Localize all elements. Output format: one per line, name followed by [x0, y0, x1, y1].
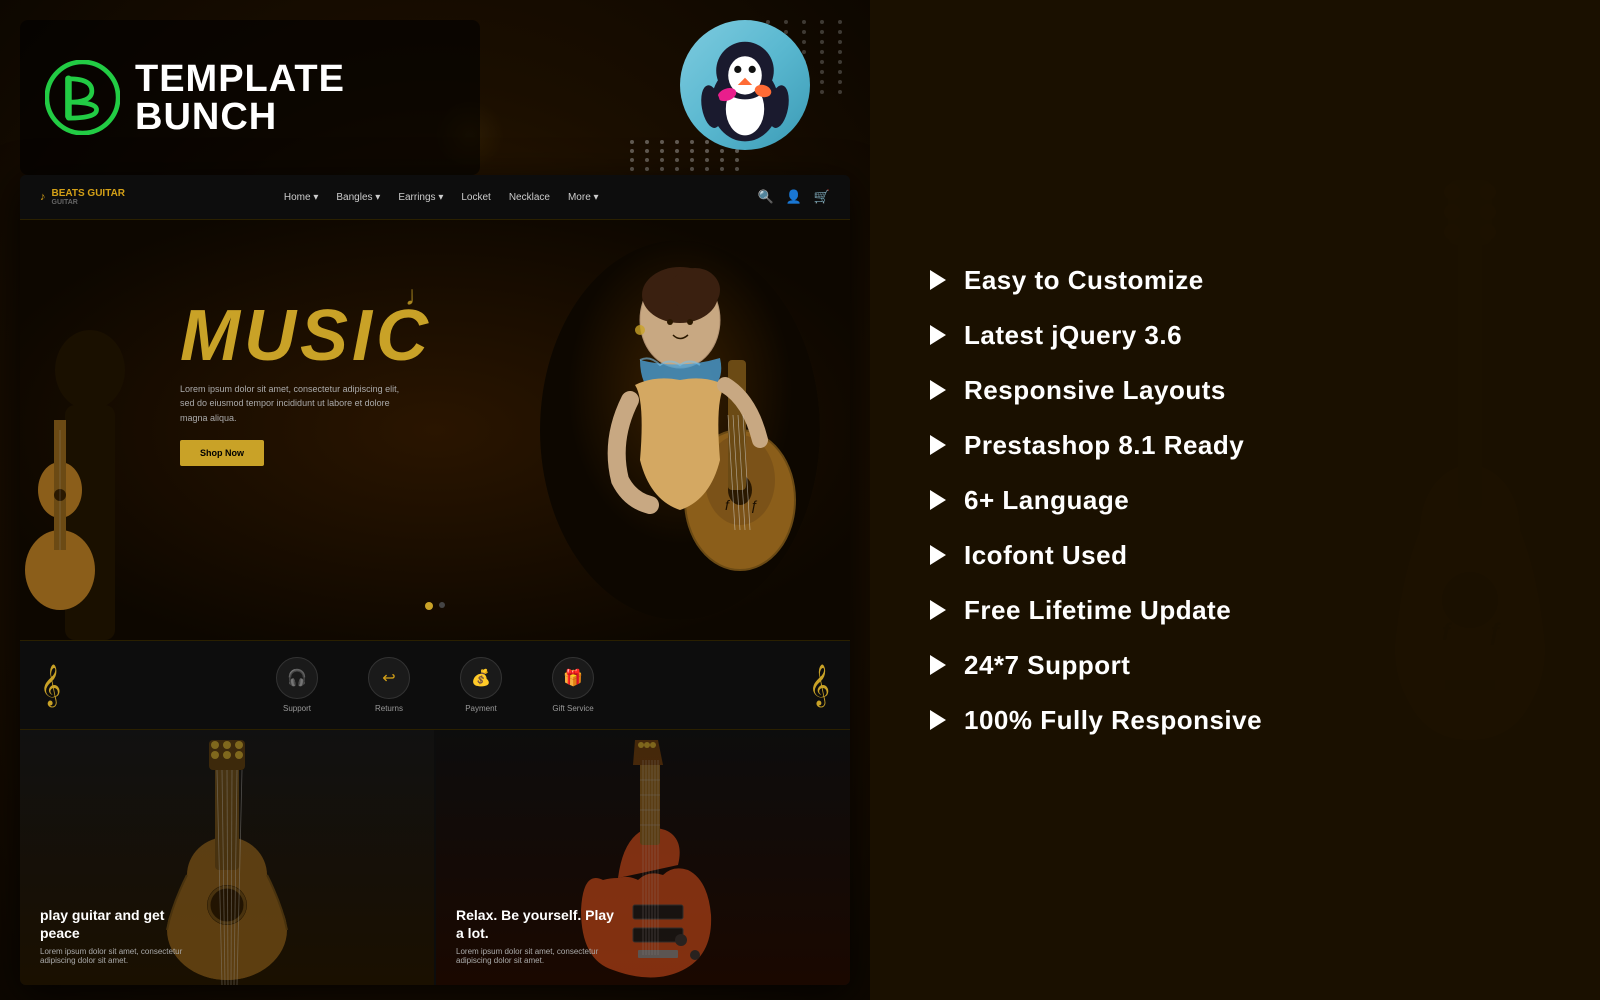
- nav-icons: 🔍 👤 🛒: [757, 189, 830, 205]
- feature-text-8: 100% Fully Responsive: [964, 705, 1262, 736]
- feature-text-0: Easy to Customize: [964, 265, 1204, 296]
- preview-bottom: play guitar and get peace Lorem ipsum do…: [20, 730, 850, 985]
- bottom-card-1-text: play guitar and get peace Lorem ipsum do…: [40, 906, 220, 965]
- support-icon-circle: 🎧: [276, 657, 318, 699]
- search-icon[interactable]: 🔍: [757, 189, 773, 205]
- brand-logo-icon: [45, 60, 120, 135]
- feature-text-5: Icofont Used: [964, 540, 1127, 571]
- arrow-icon-6: [930, 600, 946, 620]
- svg-text:ƒ: ƒ: [750, 497, 758, 513]
- returns-icon-circle: ↩: [368, 657, 410, 699]
- svg-text:ƒ: ƒ: [1488, 619, 1501, 646]
- preview-nav: ♪ BEATS GUITAR GUITAR Home ▾ Bangles ▾ E…: [20, 175, 850, 220]
- nav-earrings[interactable]: Earrings ▾: [398, 192, 443, 203]
- feature-text-3: Prestashop 8.1 Ready: [964, 430, 1244, 461]
- feature-text-1: Latest jQuery 3.6: [964, 320, 1182, 351]
- arrow-icon-4: [930, 490, 946, 510]
- arrow-icon-5: [930, 545, 946, 565]
- card-2-title: Relax. Be yourself. Play a lot.: [456, 906, 616, 942]
- nav-bangles[interactable]: Bangles ▾: [336, 192, 380, 203]
- cart-icon[interactable]: 🛒: [814, 189, 830, 205]
- hero-music-text: MUSIC Lorem ipsum dolor sit amet, consec…: [180, 300, 432, 466]
- left-panel: TEMPLATE BUNCH: [0, 0, 870, 1000]
- nav-links: Home ▾ Bangles ▾ Earrings ▾ Locket Neckl…: [150, 192, 732, 203]
- features-bar: 𝄞 🎧 Support ↩ Returns 💰 Payment 🎁 Gift S…: [20, 640, 850, 730]
- website-preview: ♪ BEATS GUITAR GUITAR Home ▾ Bangles ▾ E…: [20, 175, 850, 985]
- card-2-desc: Lorem ipsum dolor sit amet, consectetur …: [456, 947, 636, 965]
- feature-text-6: Free Lifetime Update: [964, 595, 1231, 626]
- penguin-icon: [685, 25, 805, 145]
- bottom-card-2: Relax. Be yourself. Play a lot. Lorem ip…: [436, 730, 850, 985]
- nav-necklace[interactable]: Necklace: [509, 192, 550, 203]
- hero-left-woman: [20, 290, 160, 640]
- payment-label: Payment: [465, 704, 497, 713]
- returns-label: Returns: [375, 704, 403, 713]
- feature-text-4: 6+ Language: [964, 485, 1129, 516]
- feature-returns: ↩ Returns: [368, 657, 410, 713]
- hero-title: MUSIC: [180, 300, 432, 372]
- gift-icon-circle: 🎁: [552, 657, 594, 699]
- nav-more[interactable]: More ▾: [568, 192, 599, 203]
- arrow-icon-2: [930, 380, 946, 400]
- logo-title: TEMPLATE BUNCH: [135, 60, 455, 136]
- arrow-icon-7: [930, 655, 946, 675]
- treble-clef-left: 𝄞: [40, 664, 61, 707]
- feature-gift: 🎁 Gift Service: [552, 657, 594, 713]
- feature-payment: 💰 Payment: [460, 657, 502, 713]
- feature-text-7: 24*7 Support: [964, 650, 1130, 681]
- treble-clef-right: 𝄞: [809, 664, 830, 707]
- bottom-card-2-text: Relax. Be yourself. Play a lot. Lorem ip…: [456, 906, 636, 965]
- slide-dot-2[interactable]: [439, 602, 445, 608]
- guitar-silhouette-bg: f ƒ: [1370, 50, 1570, 950]
- logo-text-wrap: TEMPLATE BUNCH: [135, 60, 455, 136]
- card-1-desc: Lorem ipsum dolor sit amet, consectetur …: [40, 947, 220, 965]
- user-icon[interactable]: 👤: [786, 189, 802, 205]
- penguin-avatar: [680, 20, 810, 150]
- arrow-icon-0: [930, 270, 946, 290]
- bottom-card-1: play guitar and get peace Lorem ipsum do…: [20, 730, 434, 985]
- feature-support: 🎧 Support: [276, 657, 318, 713]
- nav-home[interactable]: Home ▾: [284, 192, 318, 203]
- payment-icon-circle: 💰: [460, 657, 502, 699]
- support-label: Support: [283, 704, 311, 713]
- arrow-icon-3: [930, 435, 946, 455]
- preview-hero: MUSIC Lorem ipsum dolor sit amet, consec…: [20, 220, 850, 640]
- gift-label: Gift Service: [552, 704, 593, 713]
- slide-dot-active[interactable]: [425, 602, 433, 610]
- nav-locket[interactable]: Locket: [461, 192, 490, 203]
- slide-dots: [425, 602, 445, 610]
- hero-right-circle: f ƒ: [540, 240, 820, 620]
- logo-bar: TEMPLATE BUNCH: [20, 20, 480, 175]
- right-panel: f ƒ Easy to Customize Latest jQuery 3.6 …: [870, 0, 1600, 1000]
- brand-name: BEATS GUITAR: [52, 188, 126, 199]
- arrow-icon-8: [930, 710, 946, 730]
- shop-now-button[interactable]: Shop Now: [180, 440, 264, 466]
- card-1-title: play guitar and get peace: [40, 906, 200, 942]
- feature-text-2: Responsive Layouts: [964, 375, 1226, 406]
- arrow-icon-1: [930, 325, 946, 345]
- nav-brand: ♪ BEATS GUITAR GUITAR: [40, 188, 125, 206]
- hero-description: Lorem ipsum dolor sit amet, consectetur …: [180, 382, 400, 425]
